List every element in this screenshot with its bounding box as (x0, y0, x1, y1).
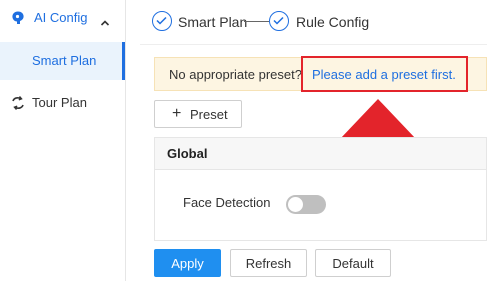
step-indicator: Smart Plan Rule Config (152, 8, 482, 36)
plus-icon: + (172, 105, 182, 122)
add-preset-button[interactable]: + Preset (154, 100, 242, 128)
apply-label: Apply (171, 256, 204, 271)
toggle-knob (288, 197, 303, 212)
panel-title: Global (167, 146, 208, 161)
default-label: Default (332, 256, 374, 271)
apply-button[interactable]: Apply (154, 249, 221, 277)
chevron-up-icon (100, 14, 110, 26)
face-detection-toggle[interactable] (286, 195, 326, 214)
check-icon (152, 11, 172, 31)
ai-config-icon (10, 10, 26, 26)
sidebar-item-tour-plan[interactable]: Tour Plan (0, 86, 125, 122)
step-label-rule-config: Rule Config (296, 14, 370, 30)
add-preset-link[interactable]: Please add a preset first. (312, 67, 456, 82)
active-indicator (122, 42, 125, 80)
global-panel: Global Face Detection (154, 137, 487, 241)
refresh-label: Refresh (245, 256, 292, 271)
default-button[interactable]: Default (315, 249, 391, 277)
panel-header: Global (155, 138, 486, 170)
step-label-smart-plan: Smart Plan (178, 14, 248, 30)
sidebar-group-label: AI Config (34, 10, 88, 25)
step-connector (244, 21, 269, 22)
sidebar: AI Config Smart Plan Tour Plan (0, 0, 126, 281)
face-detection-label: Face Detection (183, 195, 271, 210)
sidebar-item-label: Smart Plan (32, 53, 97, 68)
tour-plan-icon (10, 95, 26, 111)
divider (140, 44, 487, 45)
smart-plan-page: AI Config Smart Plan Tour Plan Smart Pla… (0, 0, 487, 281)
check-icon (269, 11, 289, 31)
annotation-highlight-box: Please add a preset first. (301, 56, 468, 92)
add-preset-label: Preset (190, 107, 228, 122)
sidebar-item-smart-plan[interactable]: Smart Plan (0, 42, 125, 80)
sidebar-item-label: Tour Plan (32, 95, 87, 110)
refresh-button[interactable]: Refresh (230, 249, 307, 277)
notice-text: No appropriate preset? (169, 67, 302, 82)
sidebar-group-ai-config[interactable]: AI Config (0, 0, 125, 38)
